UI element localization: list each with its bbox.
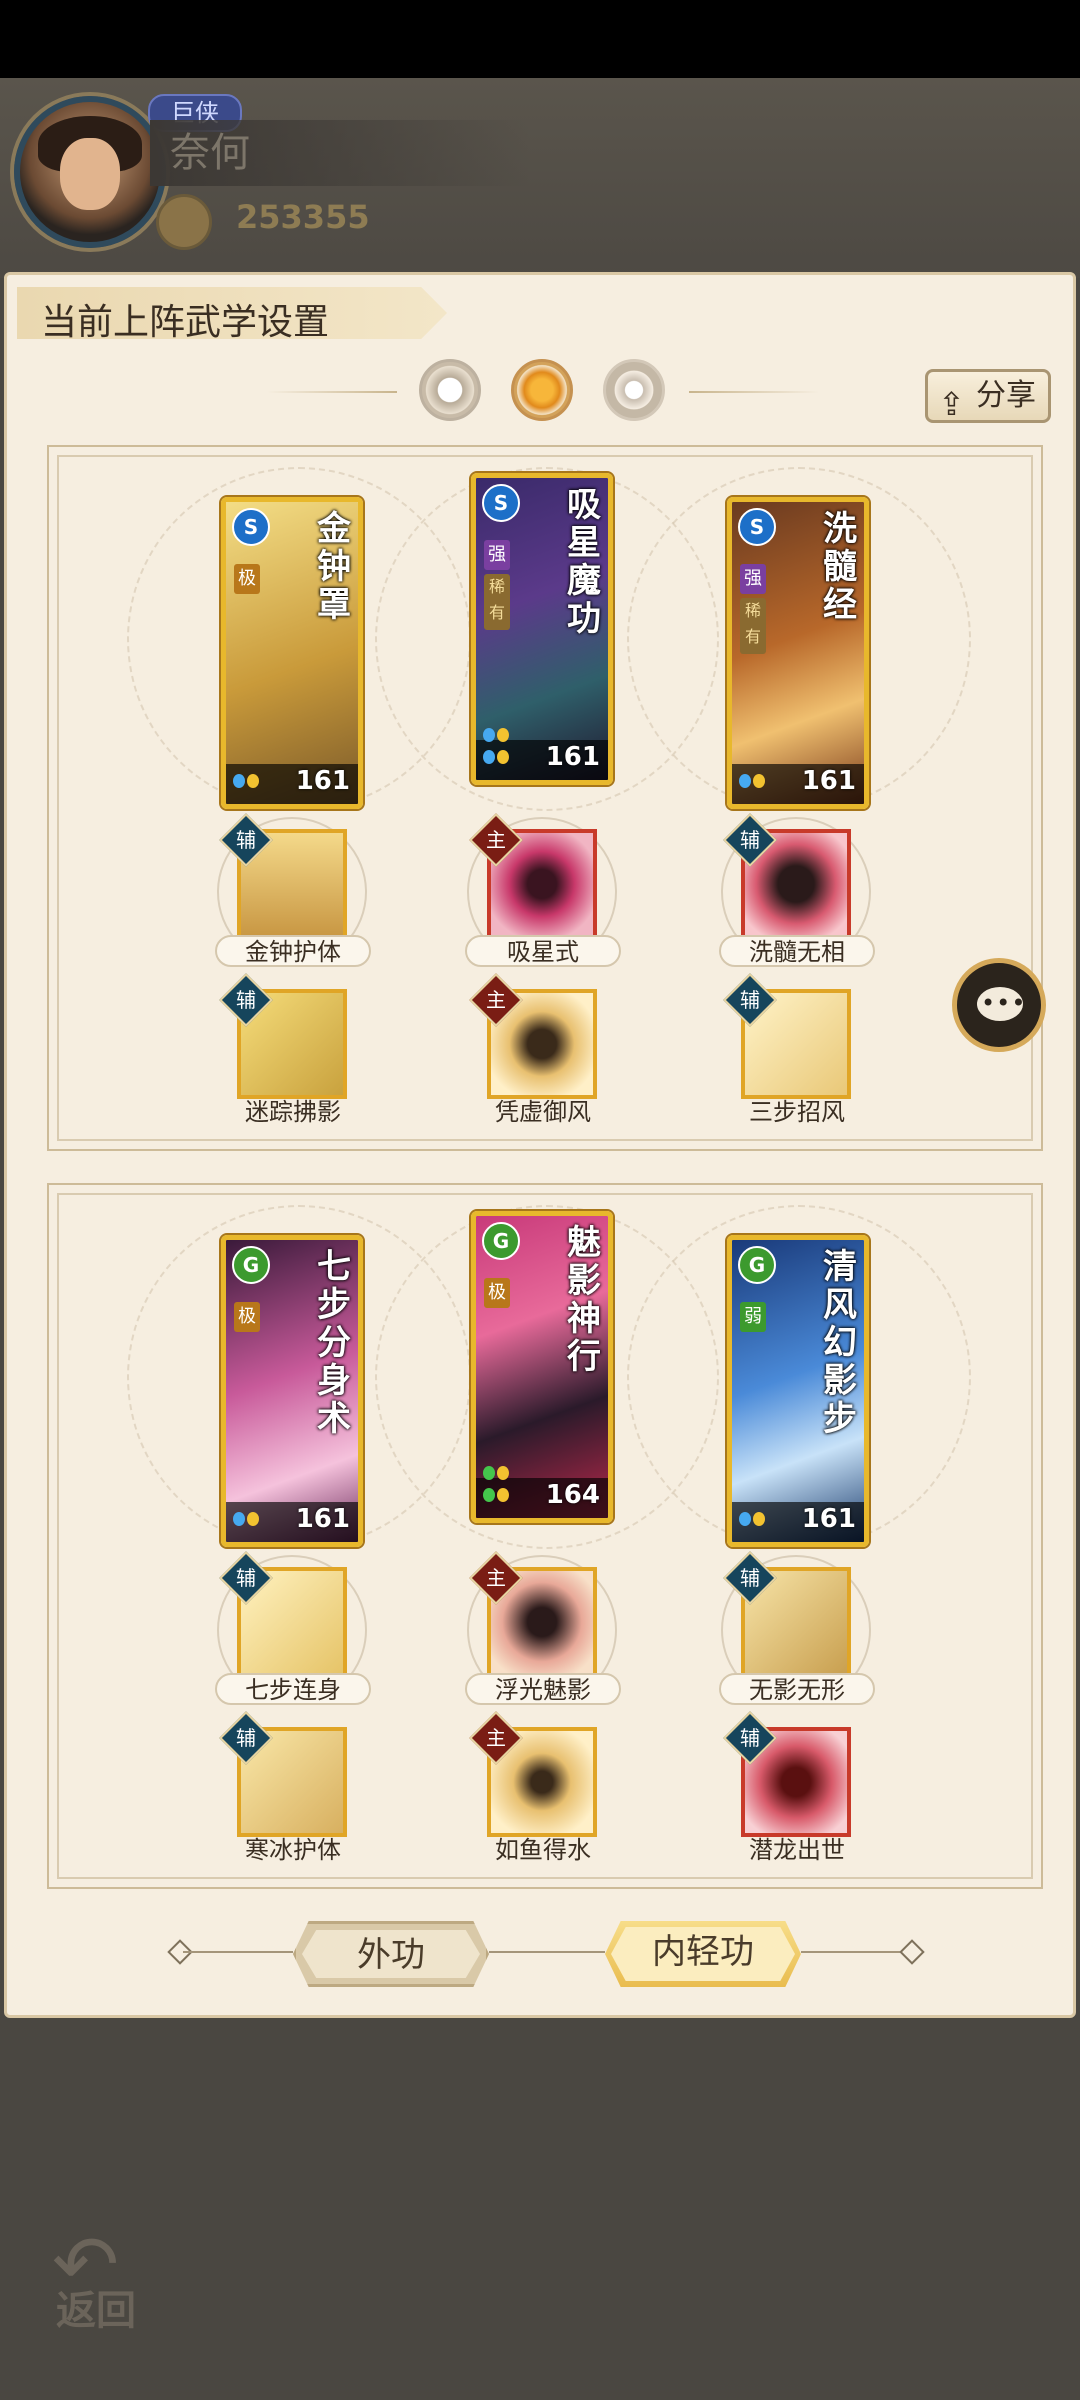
divider-left [267, 391, 397, 393]
skill-card-qibufenshenshu[interactable]: G 极 七步分身术 161 [221, 1235, 363, 1547]
card-pips [738, 1510, 778, 1532]
skill-card-qingfenghuanyingbu[interactable]: G 弱 清风幻影步 161 [727, 1235, 869, 1547]
back-button[interactable]: ↶ 返回 [48, 2218, 158, 2334]
power-value: 253355 [236, 198, 370, 236]
tab-outer-label: 外功 [357, 1935, 425, 1975]
panel-title: 当前上阵武学设置 [41, 302, 330, 343]
school-icon: G [738, 1246, 776, 1284]
grade-badge: 极 [234, 1302, 260, 1332]
card-pips [482, 726, 522, 770]
skill-label: 吸星式 [465, 935, 621, 967]
share-button[interactable]: ⇪ 分享 [925, 369, 1051, 423]
rarity-tag: 稀有 [484, 574, 510, 630]
card-name: 洗髓经 [823, 509, 857, 625]
card-name: 清风幻影步 [823, 1247, 857, 1439]
skill-label: 金钟护体 [215, 935, 371, 967]
grade-badge: 强 [484, 540, 510, 570]
school-icon: G [232, 1246, 270, 1284]
status-bar [0, 0, 1080, 78]
grade-badge: 强 [740, 564, 766, 594]
card-pips [232, 1510, 272, 1532]
card-name: 吸星魔功 [567, 485, 601, 639]
skill-label: 洗髓无相 [719, 935, 875, 967]
grade-badge: 极 [484, 1278, 510, 1308]
skill-label: 浮光魅影 [465, 1673, 621, 1705]
skill-card-meiyingshenxing[interactable]: G 极 魅影神行 164 [471, 1211, 613, 1523]
bottom-skill-set: G 极 七步分身术 161 G 极 魅影神行 164 G 弱 清风幻影步 161 [47, 1183, 1043, 1889]
grade-badge: 极 [234, 564, 260, 594]
martial-arts-panel: 当前上阵武学设置 ⇪ 分享 S 极 金钟罩 161 S 强 稀有 吸星魔功 16… [4, 272, 1076, 2018]
rarity-tag: 稀有 [740, 598, 766, 654]
skill-label: 无影无形 [719, 1673, 875, 1705]
skill-label: 三步招风 [749, 1098, 845, 1126]
card-level: 161 [801, 766, 856, 796]
card-pips [738, 772, 778, 794]
card-level: 161 [545, 742, 600, 772]
tab-inner-kungfu[interactable]: 内轻功 [605, 1921, 801, 1987]
mode-toggle-row [7, 357, 1079, 427]
school-icon: S [482, 484, 520, 522]
card-name: 金钟罩 [317, 509, 351, 625]
sun-toggle[interactable] [511, 359, 573, 421]
card-level: 161 [295, 1504, 350, 1534]
grade-badge: 弱 [740, 1302, 766, 1332]
card-level: 161 [295, 766, 350, 796]
avatar-face [60, 138, 120, 210]
power-icon [156, 194, 212, 250]
player-name: 奈何 [150, 120, 530, 186]
skill-card-xixingmogong[interactable]: S 强 稀有 吸星魔功 161 [471, 473, 613, 785]
card-name: 七步分身术 [317, 1247, 351, 1439]
moon-toggle[interactable] [419, 359, 481, 421]
card-level: 161 [801, 1504, 856, 1534]
skill-label: 如鱼得水 [495, 1836, 591, 1864]
tab-outer-kungfu[interactable]: 外功 [293, 1921, 489, 1987]
school-icon: G [482, 1222, 520, 1260]
card-level: 164 [545, 1480, 600, 1510]
chat-button[interactable]: ••• [952, 958, 1046, 1052]
skill-label: 凭虚御风 [495, 1098, 591, 1126]
school-icon: S [738, 508, 776, 546]
share-icon: ⇪ [938, 385, 965, 423]
skill-label: 寒冰护体 [245, 1836, 341, 1864]
chat-dots-icon: ••• [981, 989, 1027, 1017]
tab-line-left [183, 1951, 293, 1953]
card-name: 魅影神行 [567, 1223, 601, 1377]
share-label: 分享 [976, 378, 1036, 413]
panel-title-banner: 当前上阵武学设置 [17, 287, 447, 339]
school-icon: S [232, 508, 270, 546]
tab-inner-label: 内轻功 [652, 1932, 754, 1972]
card-pips [482, 1464, 522, 1508]
ring-toggle[interactable] [603, 359, 665, 421]
top-skill-set: S 极 金钟罩 161 S 强 稀有 吸星魔功 161 S 强 稀有 洗髓经 1… [47, 445, 1043, 1151]
skill-label: 潜龙出世 [749, 1836, 845, 1864]
tab-diamond-right [899, 1939, 925, 1965]
card-pips [232, 772, 272, 794]
skill-card-xisuijing[interactable]: S 强 稀有 洗髓经 161 [727, 497, 869, 809]
divider-right [689, 391, 819, 393]
skill-label: 迷踪拂影 [245, 1098, 341, 1126]
tab-line-mid [489, 1951, 605, 1953]
skill-card-jinzhongzhao[interactable]: S 极 金钟罩 161 [221, 497, 363, 809]
player-avatar[interactable] [14, 96, 166, 248]
back-label: 返回 [56, 2287, 136, 2334]
skill-label: 七步连身 [215, 1673, 371, 1705]
tab-line-right [801, 1951, 905, 1953]
